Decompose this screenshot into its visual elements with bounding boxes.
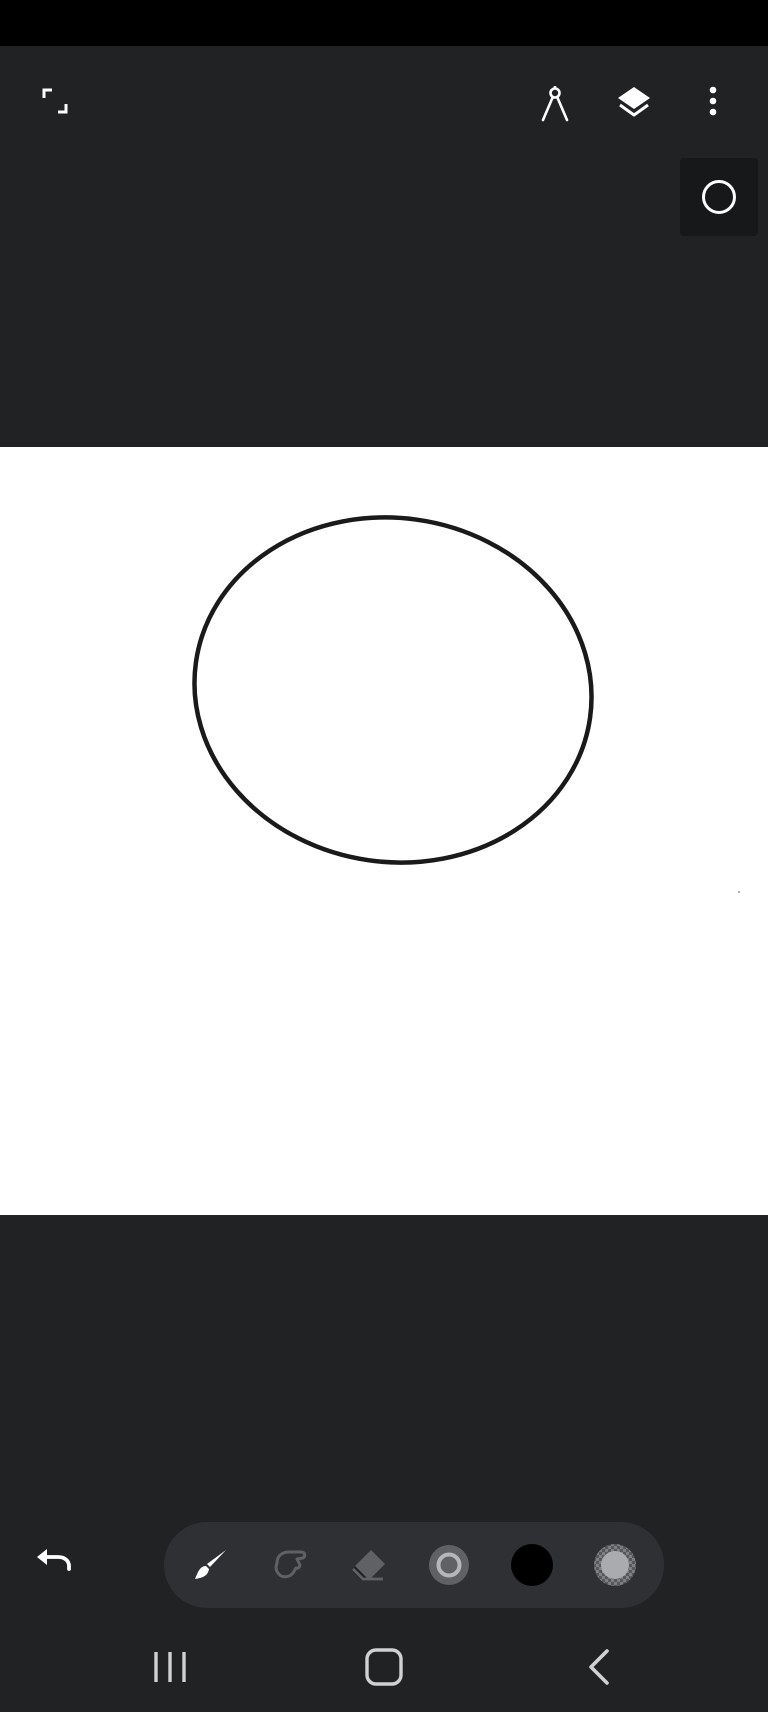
canvas-drawing — [192, 515, 740, 893]
more-vert-icon — [709, 86, 717, 116]
opacity-tool[interactable] — [580, 1522, 650, 1608]
eraser-icon — [352, 1550, 385, 1581]
brush-size-tool[interactable] — [414, 1522, 484, 1608]
fullscreen-icon — [42, 88, 68, 114]
ruler-compass-icon — [541, 86, 569, 122]
ruler-button[interactable] — [530, 78, 580, 128]
smudge-icon — [274, 1550, 307, 1579]
layers-icon — [618, 87, 650, 117]
eraser-tool[interactable] — [334, 1522, 404, 1608]
tool-bar — [164, 1522, 664, 1608]
back-icon — [589, 1649, 609, 1685]
home-icon — [365, 1648, 403, 1686]
drawing-app — [0, 0, 768, 1712]
undo-icon — [37, 1549, 71, 1571]
recents-button[interactable] — [125, 1622, 215, 1712]
status-bar — [0, 0, 768, 46]
smudge-tool[interactable] — [254, 1522, 324, 1608]
brush-size-icon — [429, 1545, 469, 1585]
color-swatch-icon — [511, 1544, 553, 1586]
brush-icon — [195, 1550, 226, 1579]
opacity-icon — [594, 1544, 636, 1586]
recents-icon — [154, 1652, 186, 1682]
layers-button[interactable] — [609, 78, 659, 128]
canvas-dot — [738, 891, 740, 893]
drawn-ellipse — [192, 515, 594, 865]
home-button[interactable] — [339, 1622, 429, 1712]
drawing-canvas[interactable] — [0, 447, 768, 1215]
shape-tool-button[interactable] — [680, 158, 758, 236]
brush-tool[interactable] — [176, 1522, 246, 1608]
fullscreen-button[interactable] — [30, 76, 80, 126]
system-nav-bar — [0, 1622, 768, 1712]
undo-button[interactable] — [28, 1540, 80, 1586]
more-options-button[interactable] — [688, 76, 738, 126]
circle-outline-icon — [702, 180, 736, 214]
top-bar — [0, 46, 768, 156]
back-button[interactable] — [554, 1622, 644, 1712]
color-tool[interactable] — [497, 1522, 567, 1608]
